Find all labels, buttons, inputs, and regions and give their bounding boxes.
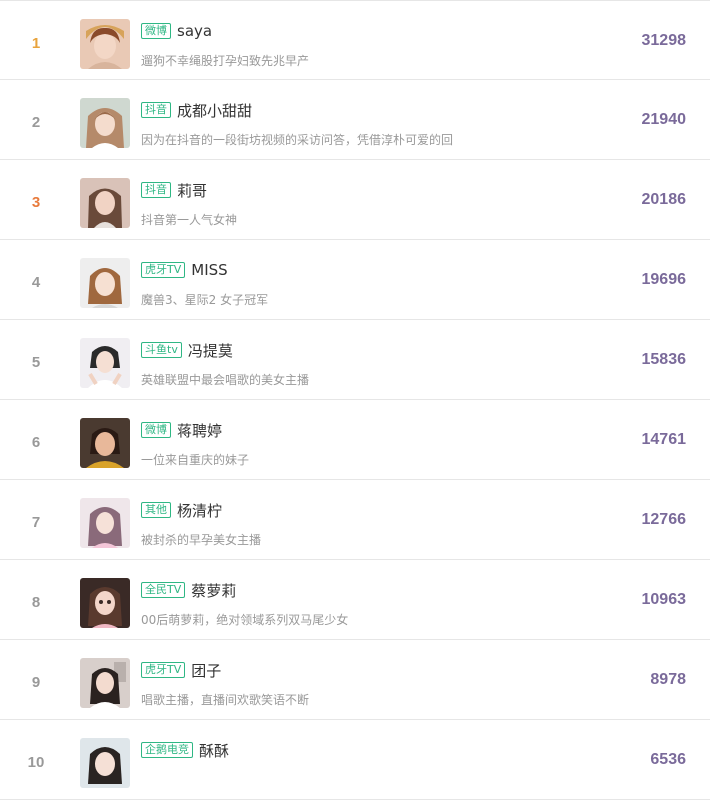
streamer-name[interactable]: 冯提莫	[188, 340, 233, 361]
score-value: 31298	[641, 32, 687, 49]
streamer-description: 魔兽3、星际2 女子冠军	[141, 293, 269, 307]
title-line: 抖音 莉哥	[141, 180, 207, 200]
list-item[interactable]: 3 抖音 莉哥 抖音第一人气女神 20186	[0, 160, 710, 240]
streamer-description: 唱歌主播，直播间欢歌笑语不断	[141, 693, 310, 707]
avatar[interactable]	[80, 338, 130, 388]
platform-tag[interactable]: 虎牙TV	[141, 662, 186, 678]
rank-number: 3	[31, 194, 41, 211]
list-item[interactable]: 5 斗鱼tv 冯提莫 英雄联盟中最会唱歌的美女主播 15836	[0, 320, 710, 400]
score-value: 10963	[641, 591, 687, 608]
title-line: 其他 杨清柠	[141, 500, 222, 520]
score-value: 15836	[641, 351, 687, 368]
platform-tag[interactable]: 抖音	[141, 182, 171, 198]
title-line: 微博 saya	[141, 21, 212, 41]
list-item[interactable]: 8 全民TV 蔡萝莉 00后萌萝莉，绝对领域系列双马尾少女 10963	[0, 560, 710, 640]
avatar[interactable]	[80, 578, 130, 628]
platform-tag[interactable]: 全民TV	[141, 582, 186, 598]
streamer-description: 英雄联盟中最会唱歌的美女主播	[141, 373, 310, 387]
title-line: 企鹅电竞 酥酥	[141, 740, 229, 760]
rank-number: 5	[31, 354, 41, 371]
avatar[interactable]	[80, 738, 130, 788]
list-item[interactable]: 7 其他 杨清柠 被封杀的早孕美女主播 12766	[0, 480, 710, 560]
rank-number: 1	[31, 35, 41, 52]
list-item[interactable]: 10 企鹅电竞 酥酥 6536	[0, 720, 710, 800]
streamer-description: 00后萌萝莉，绝对领域系列双马尾少女	[141, 613, 349, 627]
platform-tag[interactable]: 微博	[141, 23, 171, 39]
platform-tag[interactable]: 其他	[141, 502, 171, 518]
title-line: 虎牙TV MISS	[141, 260, 228, 280]
avatar[interactable]	[80, 658, 130, 708]
rank-number: 8	[31, 594, 41, 611]
streamer-name[interactable]: 莉哥	[177, 180, 207, 201]
avatar[interactable]	[80, 258, 130, 308]
streamer-description: 一位来自重庆的妹子	[141, 453, 250, 467]
rank-number: 4	[31, 274, 41, 291]
list-item[interactable]: 2 抖音 成都小甜甜 因为在抖音的一段街坊视频的采访问答，凭借淳朴可爱的回 21…	[0, 80, 710, 160]
score-value: 6536	[650, 751, 686, 768]
score-value: 20186	[641, 191, 687, 208]
streamer-description: 抖音第一人气女神	[141, 213, 238, 227]
avatar[interactable]	[80, 498, 130, 548]
platform-tag[interactable]: 抖音	[141, 102, 171, 118]
score-value: 21940	[641, 111, 687, 128]
platform-tag[interactable]: 微博	[141, 422, 171, 438]
list-item[interactable]: 9 虎牙TV 团子 唱歌主播，直播间欢歌笑语不断 8978	[0, 640, 710, 720]
title-line: 全民TV 蔡萝莉	[141, 580, 236, 600]
list-item[interactable]: 6 微博 蒋聘婷 一位来自重庆的妹子 14761	[0, 400, 710, 480]
title-line: 虎牙TV 团子	[141, 660, 221, 680]
streamer-name[interactable]: MISS	[191, 261, 227, 279]
rank-number: 7	[31, 514, 41, 531]
rank-number: 2	[31, 114, 41, 131]
title-line: 微博 蒋聘婷	[141, 420, 222, 440]
streamer-description: 因为在抖音的一段街坊视频的采访问答，凭借淳朴可爱的回	[141, 133, 454, 147]
score-value: 12766	[641, 511, 687, 528]
avatar[interactable]	[80, 19, 130, 69]
ranking-list: 1 微博 saya 遛狗不幸绳股打孕妇致先兆早产 31298 2 抖音 成都小甜…	[0, 0, 710, 800]
score-value: 14761	[641, 431, 687, 448]
list-item[interactable]: 1 微博 saya 遛狗不幸绳股打孕妇致先兆早产 31298	[0, 0, 710, 80]
platform-tag[interactable]: 企鹅电竞	[141, 742, 193, 758]
score-value: 19696	[641, 271, 687, 288]
list-item[interactable]: 4 虎牙TV MISS 魔兽3、星际2 女子冠军 19696	[0, 240, 710, 320]
streamer-name[interactable]: 酥酥	[199, 740, 229, 761]
streamer-name[interactable]: saya	[177, 22, 212, 40]
streamer-name[interactable]: 团子	[191, 660, 221, 681]
title-line: 斗鱼tv 冯提莫	[141, 340, 233, 360]
title-line: 抖音 成都小甜甜	[141, 100, 252, 120]
streamer-name[interactable]: 杨清柠	[177, 500, 222, 521]
rank-number: 6	[31, 434, 41, 451]
streamer-description: 被封杀的早孕美女主播	[141, 533, 262, 547]
avatar[interactable]	[80, 178, 130, 228]
rank-number: 9	[31, 674, 41, 691]
streamer-name[interactable]: 成都小甜甜	[177, 100, 252, 121]
platform-tag[interactable]: 虎牙TV	[141, 262, 186, 278]
avatar[interactable]	[80, 98, 130, 148]
score-value: 8978	[650, 671, 686, 688]
avatar[interactable]	[80, 418, 130, 468]
rank-number: 10	[27, 754, 45, 771]
streamer-name[interactable]: 蒋聘婷	[177, 420, 222, 441]
streamer-description: 遛狗不幸绳股打孕妇致先兆早产	[141, 54, 310, 68]
platform-tag[interactable]: 斗鱼tv	[141, 342, 182, 358]
streamer-name[interactable]: 蔡萝莉	[191, 580, 236, 601]
